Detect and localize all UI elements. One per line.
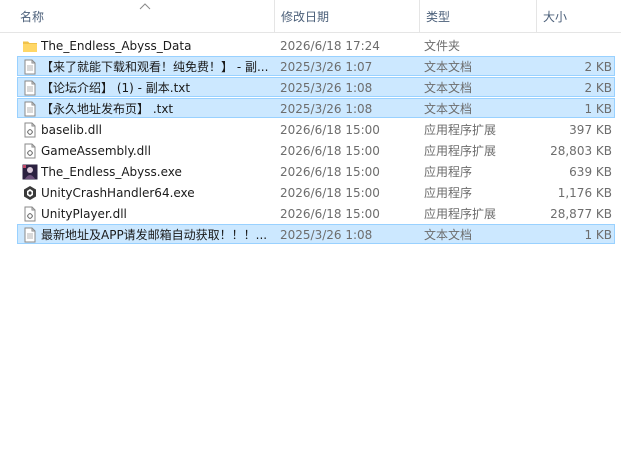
sort-ascending-icon [138,0,152,10]
file-size: 1 KB [584,228,612,242]
file-type: 应用程序 [424,186,473,200]
file-date: 2025/3/26 1:08 [280,102,373,116]
unity-app-icon [22,185,38,201]
column-header-size-label: 大小 [543,10,568,24]
file-date: 2026/6/18 15:00 [280,207,380,221]
dll-file-icon [22,122,38,138]
file-date: 2026/6/18 15:00 [280,165,380,179]
text-file-icon [22,101,38,117]
column-header-name-label: 名称 [20,10,45,24]
file-name: UnityCrashHandler64.exe [41,186,195,200]
game-app-icon [22,164,38,180]
file-row[interactable]: GameAssembly.dll 2026/6/18 15:00 应用程序扩展 28,… [17,140,615,160]
file-name: UnityPlayer.dll [41,207,127,221]
column-header-type-label: 类型 [426,10,451,24]
file-date: 2025/3/26 1:07 [280,60,373,74]
file-date: 2025/3/26 1:08 [280,228,373,242]
file-row[interactable]: 【论坛介绍】 (1) - 副本.txt 2025/3/26 1:08 文本文档 2 K… [17,77,615,97]
file-name: The_Endless_Abyss_Data [41,39,192,53]
file-name: 【永久地址发布页】 .txt [41,102,174,116]
text-file-icon [22,59,38,75]
file-type: 应用程序扩展 [424,144,497,158]
file-row[interactable]: UnityPlayer.dll 2026/6/18 15:00 应用程序扩展 28,8… [17,203,615,223]
file-row[interactable]: The_Endless_Abyss_Data 2026/6/18 17:24 文件夹 [17,35,615,55]
file-date: 2025/3/26 1:08 [280,81,373,95]
dll-file-icon [22,143,38,159]
column-header-date[interactable]: 修改日期 [274,0,419,32]
file-date: 2026/6/18 17:24 [280,39,380,53]
file-type: 文本文档 [424,60,473,74]
column-header-size[interactable]: 大小 [536,0,621,32]
file-row[interactable]: UnityCrashHandler64.exe 2026/6/18 15:00 应用… [17,182,615,202]
dll-file-icon [22,206,38,222]
file-size: 1 KB [584,102,612,116]
file-row[interactable]: baselib.dll 2026/6/18 15:00 应用程序扩展 397 KB [17,119,615,139]
file-type: 应用程序扩展 [424,207,497,221]
file-date: 2026/6/18 15:00 [280,186,380,200]
file-size: 2 KB [584,81,612,95]
file-type: 文本文档 [424,81,473,95]
file-type: 应用程序扩展 [424,123,497,137]
file-type: 文本文档 [424,228,473,242]
file-name: The_Endless_Abyss.exe [41,165,182,179]
file-size [538,36,612,56]
file-row[interactable]: 【来了就能下载和观看！纯免费！】 - 副... 2025/3/26 1:07 文本文… [17,56,615,76]
column-header-date-label: 修改日期 [281,10,330,24]
file-name: baselib.dll [41,123,102,137]
file-size: 28,803 KB [550,144,612,158]
file-size: 28,877 KB [550,207,612,221]
file-size: 639 KB [569,165,612,179]
file-name: 【来了就能下载和观看！纯免费！】 - 副... [41,60,269,74]
column-header-type[interactable]: 类型 [419,0,536,32]
file-row[interactable]: 【永久地址发布页】 .txt 2025/3/26 1:08 文本文档 1 KB [17,98,615,118]
text-file-icon [22,227,38,243]
text-file-icon [22,80,38,96]
file-type: 应用程序 [424,165,473,179]
file-size: 1,176 KB [557,186,612,200]
file-date: 2026/6/18 15:00 [280,144,380,158]
file-name: GameAssembly.dll [41,144,151,158]
file-date: 2026/6/18 15:00 [280,123,380,137]
file-row[interactable]: 最新地址及APP请发邮箱自动获取！！！... 2025/3/26 1:08 文本文档… [17,224,615,244]
file-row[interactable]: The_Endless_Abyss.exe 2026/6/18 15:00 应用程序… [17,161,615,181]
column-header-bar: 名称 修改日期 类型 大小 [0,0,621,33]
file-type: 文本文档 [424,102,473,116]
file-size: 397 KB [569,123,612,137]
folder-icon [22,38,38,54]
file-name: 最新地址及APP请发邮箱自动获取！！！... [41,228,268,242]
file-size: 2 KB [584,60,612,74]
file-type: 文件夹 [424,39,461,53]
file-name: 【论坛介绍】 (1) - 副本.txt [41,81,191,95]
